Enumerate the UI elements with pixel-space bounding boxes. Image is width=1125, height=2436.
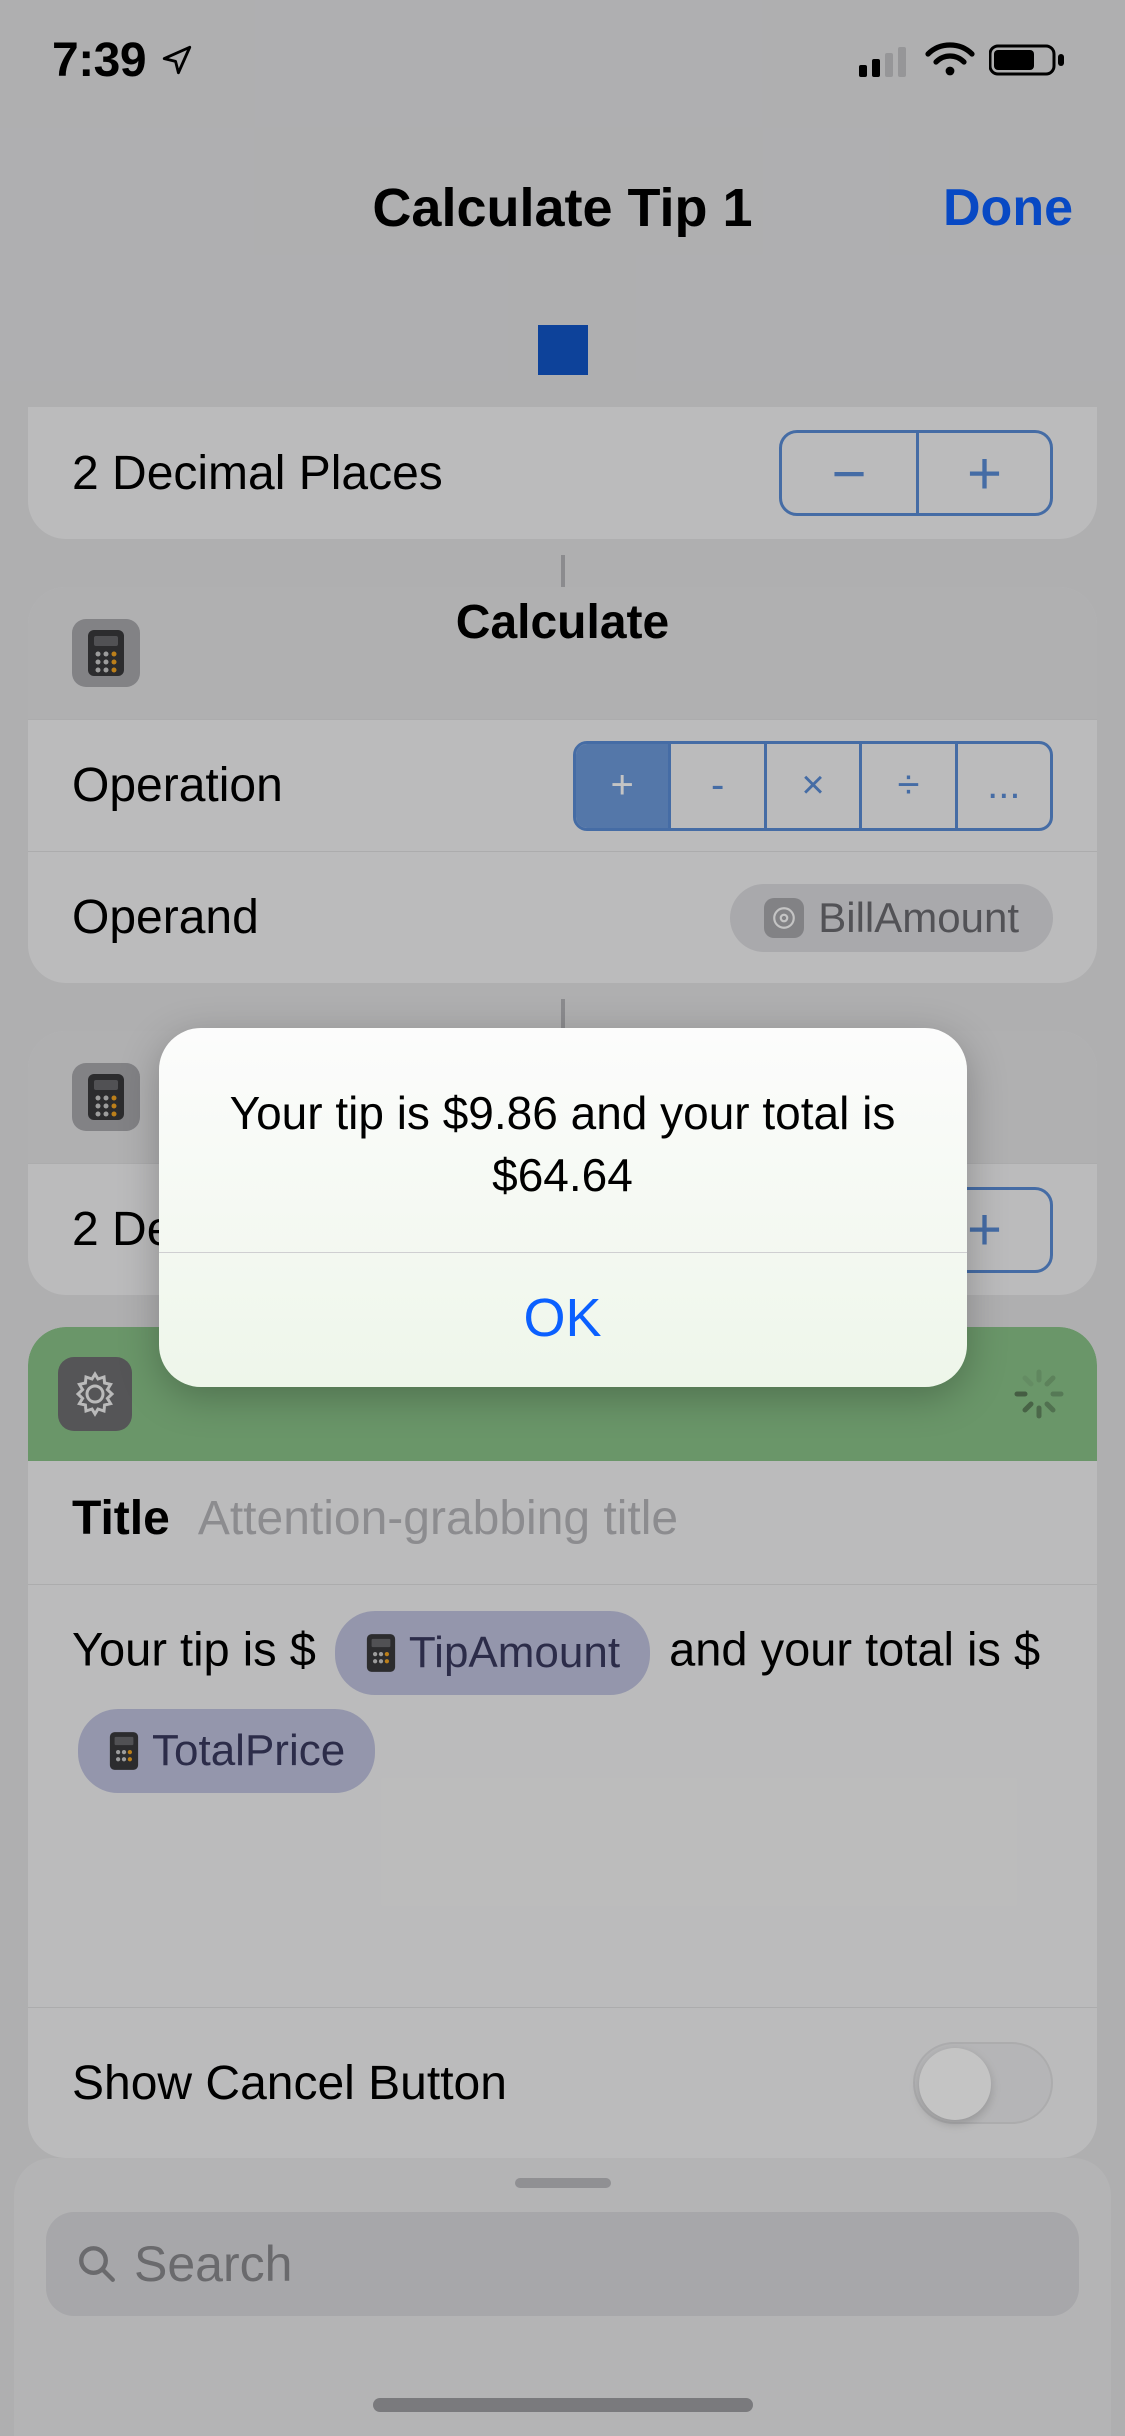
alert-ok-button[interactable]: OK <box>159 1252 967 1387</box>
alert-dialog: Your tip is $9.86 and your total is $64.… <box>159 1028 967 1387</box>
home-indicator[interactable] <box>373 2398 753 2412</box>
alert-message: Your tip is $9.86 and your total is $64.… <box>159 1028 967 1252</box>
